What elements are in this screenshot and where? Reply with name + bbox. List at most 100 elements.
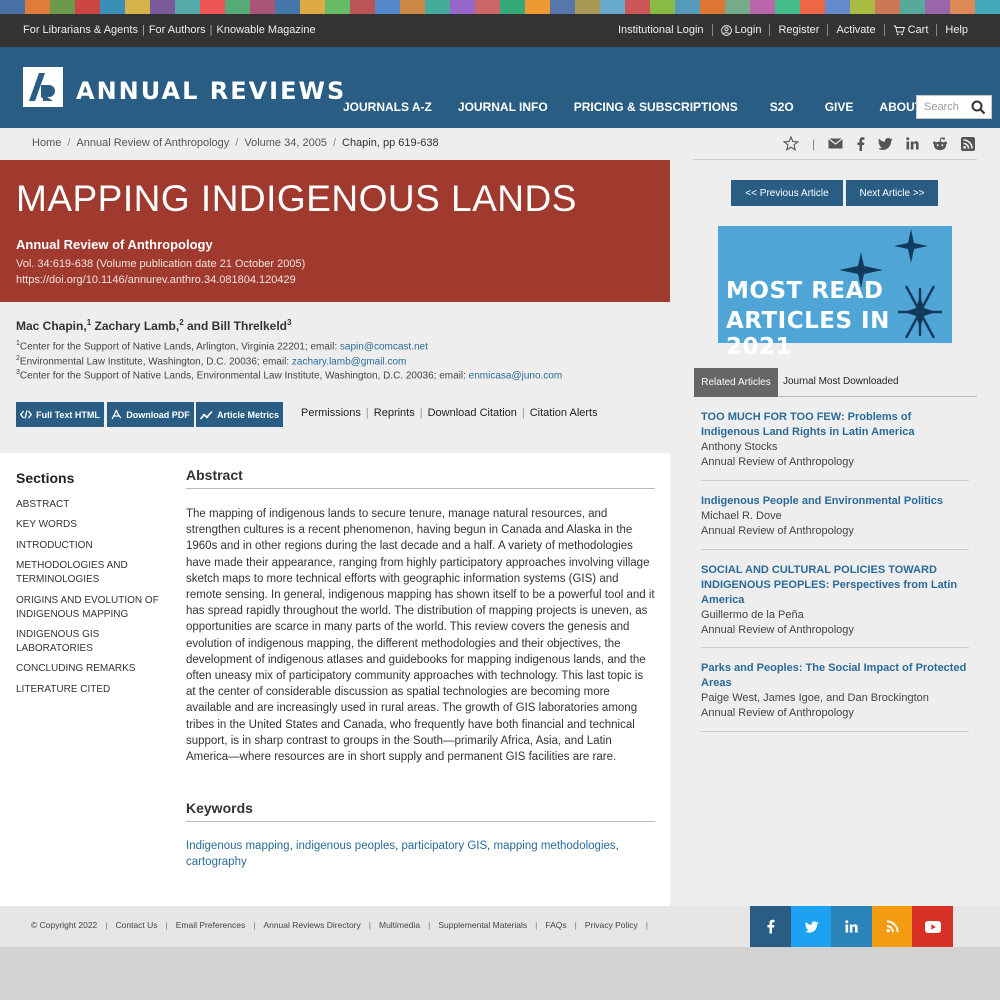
full-text-html-button[interactable]: Full Text HTML <box>16 402 104 427</box>
reddit-icon[interactable] <box>932 136 948 151</box>
footer-directory-link[interactable]: Annual Reviews Directory <box>263 920 360 930</box>
next-article-button[interactable]: Next Article >> <box>846 180 938 206</box>
section-link[interactable]: CONCLUDING REMARKS <box>16 662 166 676</box>
register-link[interactable]: Register <box>769 24 827 36</box>
author-email-link[interactable]: enmicasa@juno.com <box>469 370 563 381</box>
footer-facebook-button[interactable] <box>750 906 791 947</box>
related-article: Parks and Peoples: The Social Impact of … <box>701 661 969 732</box>
most-read-banner[interactable]: MOST READ ARTICLES IN 2021 <box>718 226 952 360</box>
keywords-heading: Keywords <box>186 800 655 822</box>
permissions-link[interactable]: Permissions <box>301 407 361 419</box>
footer-multimedia-link[interactable]: Multimedia <box>379 920 420 930</box>
keyword-link[interactable]: mapping methodologies <box>494 840 616 852</box>
footer-email-prefs-link[interactable]: Email Preferences <box>176 920 245 930</box>
related-article-title[interactable]: Indigenous People and Environmental Poli… <box>701 494 969 509</box>
email-icon[interactable] <box>828 138 843 149</box>
star-icon[interactable] <box>783 136 799 151</box>
doi-link[interactable]: https://doi.org/10.1146/annurev.anthro.3… <box>16 274 296 286</box>
author-email-link[interactable]: sapin@comcast.net <box>340 341 428 352</box>
stripe-segment <box>575 0 600 14</box>
stripe-segment <box>450 0 475 14</box>
tab-most-downloaded[interactable]: Journal Most Downloaded <box>783 376 899 387</box>
stripe-segment <box>175 0 200 14</box>
footer-faqs-link[interactable]: FAQs <box>545 920 566 930</box>
section-link[interactable]: ORIGINS AND EVOLUTION OF INDIGENOUS MAPP… <box>16 594 166 622</box>
breadcrumb-volume[interactable]: Volume 34, 2005 <box>244 137 327 149</box>
author-name[interactable]: Zachary Lamb,2 <box>94 318 183 333</box>
download-pdf-button[interactable]: Download PDF <box>107 402 194 427</box>
stripe-segment <box>400 0 425 14</box>
reprints-link[interactable]: Reprints <box>374 407 415 419</box>
help-link[interactable]: Help <box>936 24 976 36</box>
brand-name[interactable]: ANNUAL REVIEWS <box>76 77 346 105</box>
footer-contact-link[interactable]: Contact Us <box>116 920 158 930</box>
librarians-link[interactable]: For Librarians & Agents <box>23 24 138 36</box>
stripe-segment <box>950 0 975 14</box>
breadcrumb-current: Chapin, pp 619-638 <box>342 137 439 149</box>
footer-youtube-button[interactable] <box>912 906 953 947</box>
institutional-login-link[interactable]: Institutional Login <box>610 24 712 36</box>
footer-twitter-button[interactable] <box>791 906 832 947</box>
facebook-icon[interactable] <box>856 136 865 151</box>
footer-privacy-link[interactable]: Privacy Policy <box>585 920 638 930</box>
section-link[interactable]: METHODOLOGIES AND TERMINOLOGIES <box>16 559 166 587</box>
keyword-link[interactable]: participatory GIS <box>401 840 487 852</box>
knowable-link[interactable]: Knowable Magazine <box>217 24 316 36</box>
search-input[interactable]: Search <box>916 95 992 119</box>
article-metrics-button[interactable]: Article Metrics <box>196 402 283 427</box>
search-icon[interactable] <box>971 100 986 115</box>
nav-s2o[interactable]: S2O <box>770 100 794 114</box>
related-article: TOO MUCH FOR TOO FEW: Problems of Indige… <box>701 410 969 481</box>
keyword-link[interactable]: indigenous peoples <box>296 840 395 852</box>
footer-linkedin-button[interactable] <box>831 906 872 947</box>
rss-icon[interactable] <box>961 136 976 151</box>
section-link[interactable]: LITERATURE CITED <box>16 683 166 697</box>
previous-article-button[interactable]: << Previous Article <box>731 180 843 206</box>
user-icon <box>720 24 732 36</box>
linkedin-icon[interactable] <box>906 137 919 150</box>
section-link[interactable]: INDIGENOUS GIS LABORATORIES <box>16 628 166 656</box>
volume-info: Vol. 34:619-638 (Volume publication date… <box>16 258 306 270</box>
nav-give[interactable]: GIVE <box>825 100 854 114</box>
related-article-title[interactable]: TOO MUCH FOR TOO FEW: Problems of Indige… <box>701 410 969 440</box>
cart-link[interactable]: Cart <box>883 24 937 36</box>
stripe-segment <box>325 0 350 14</box>
keyword-link[interactable]: Indigenous mapping <box>186 840 290 852</box>
youtube-icon <box>924 920 941 933</box>
breadcrumb-journal[interactable]: Annual Review of Anthropology <box>76 137 229 149</box>
footer-supplemental-link[interactable]: Supplemental Materials <box>438 920 527 930</box>
section-link[interactable]: INTRODUCTION <box>16 539 166 553</box>
keyword-link[interactable]: cartography <box>186 856 247 868</box>
related-article: Indigenous People and Environmental Poli… <box>701 494 969 550</box>
nav-pricing[interactable]: PRICING & SUBSCRIPTIONS <box>574 100 738 114</box>
stripe-segment <box>975 0 1000 14</box>
related-article-title[interactable]: Parks and Peoples: The Social Impact of … <box>701 661 969 691</box>
section-link[interactable]: ABSTRACT <box>16 498 166 512</box>
annual-reviews-logo[interactable] <box>23 67 63 107</box>
related-article-authors: Guillermo de la Peña <box>701 609 804 621</box>
citation-alerts-link[interactable]: Citation Alerts <box>530 407 598 419</box>
author-email-link[interactable]: zachary.lamb@gmail.com <box>292 356 406 367</box>
related-article-title[interactable]: SOCIAL AND CULTURAL POLICIES TOWARD INDI… <box>701 563 969 608</box>
journal-name[interactable]: Annual Review of Anthropology <box>16 237 213 252</box>
nav-journals-az[interactable]: JOURNALS A-Z <box>343 100 432 114</box>
stripe-segment <box>900 0 925 14</box>
footer-rss-button[interactable] <box>872 906 913 947</box>
cart-icon <box>893 25 905 35</box>
stripe-segment <box>375 0 400 14</box>
login-link[interactable]: Login <box>711 24 770 36</box>
stripe-segment <box>525 0 550 14</box>
tab-related-articles[interactable]: Related Articles <box>694 368 778 397</box>
article-tools: Permissions | Reprints | Download Citation | C… <box>301 407 598 419</box>
section-link[interactable]: KEY WORDS <box>16 518 166 532</box>
author-name[interactable]: and Bill Threlkeld3 <box>187 318 291 333</box>
utility-bar: For Librarians & Agents | For Authors | Know… <box>0 14 1000 47</box>
author-name[interactable]: Mac Chapin,1 <box>16 318 91 333</box>
authors-link[interactable]: For Authors <box>149 24 206 36</box>
activate-link[interactable]: Activate <box>827 24 883 36</box>
nav-journal-info[interactable]: JOURNAL INFO <box>458 100 548 114</box>
related-article-journal: Annual Review of Anthropology <box>701 525 854 537</box>
twitter-icon[interactable] <box>878 137 893 150</box>
download-citation-link[interactable]: Download Citation <box>428 407 517 419</box>
breadcrumb-home[interactable]: Home <box>32 137 61 149</box>
